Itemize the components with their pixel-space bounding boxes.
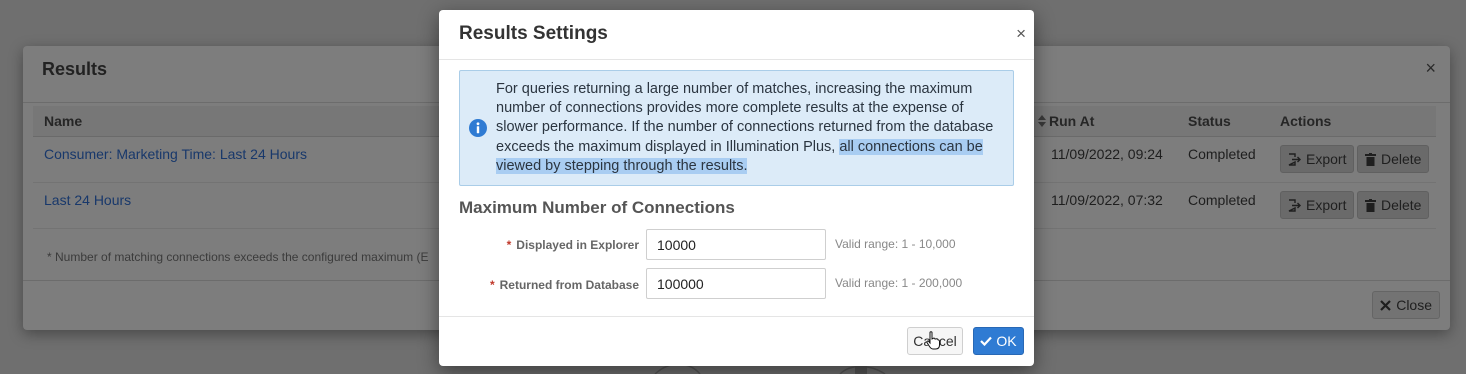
result-status: Completed xyxy=(1188,146,1256,162)
result-run-at: 11/09/2022, 09:24 xyxy=(1051,146,1163,162)
sort-icon xyxy=(1038,115,1046,127)
check-icon xyxy=(980,336,993,346)
close-button[interactable]: Close xyxy=(1372,291,1440,319)
column-header-run-at-label: Run At xyxy=(1049,113,1095,129)
column-header-status[interactable]: Status xyxy=(1188,113,1231,129)
required-marker: * xyxy=(506,238,512,252)
column-header-run-at[interactable]: Run At xyxy=(1038,113,1094,129)
displayed-range-hint: Valid range: 1 - 10,000 xyxy=(835,237,956,251)
info-text: For queries returning a large number of … xyxy=(496,80,1006,176)
required-marker: * xyxy=(489,278,495,292)
export-label: Export xyxy=(1306,151,1347,167)
trash-icon xyxy=(1365,152,1376,166)
delete-button[interactable]: Delete xyxy=(1357,191,1430,219)
footnote-text: * Number of matching connections exceeds… xyxy=(47,250,429,264)
trash-icon xyxy=(1365,198,1376,212)
field-label-text: Displayed in Explorer xyxy=(516,238,639,252)
ok-button[interactable]: OK xyxy=(973,327,1024,355)
column-header-actions: Actions xyxy=(1280,113,1332,129)
export-icon xyxy=(1288,152,1301,166)
settings-close-icon[interactable]: × xyxy=(1016,24,1026,44)
hand-pointer-icon xyxy=(926,331,940,350)
displayed-in-explorer-label: * Displayed in Explorer xyxy=(507,238,639,252)
returned-from-database-label: * Returned from Database xyxy=(490,278,639,292)
displayed-in-explorer-input[interactable] xyxy=(646,229,826,260)
info-alert: For queries returning a large number of … xyxy=(459,70,1014,186)
delete-button[interactable]: Delete xyxy=(1357,145,1430,173)
info-circle-icon xyxy=(469,119,487,137)
export-button[interactable]: Export xyxy=(1280,191,1355,219)
result-name-link[interactable]: Last 24 Hours xyxy=(44,192,131,208)
returned-range-hint: Valid range: 1 - 200,000 xyxy=(835,276,963,290)
result-name-link[interactable]: Consumer: Marketing Time: Last 24 Hours xyxy=(44,146,307,162)
close-label: Close xyxy=(1396,297,1432,313)
delete-label: Delete xyxy=(1381,151,1422,167)
results-close-icon[interactable]: × xyxy=(1425,58,1436,78)
delete-label: Delete xyxy=(1381,197,1422,213)
results-dialog-title: Results xyxy=(42,59,108,79)
divider xyxy=(439,59,1034,60)
column-header-name[interactable]: Name xyxy=(44,113,82,129)
field-label-text: Returned from Database xyxy=(499,278,639,292)
returned-from-database-input[interactable] xyxy=(646,268,826,299)
section-title: Maximum Number of Connections xyxy=(459,198,735,217)
export-button[interactable]: Export xyxy=(1280,145,1355,173)
ok-label: OK xyxy=(996,333,1017,349)
settings-dialog-title: Results Settings xyxy=(459,23,608,44)
result-run-at: 11/09/2022, 07:32 xyxy=(1051,192,1163,208)
result-status: Completed xyxy=(1188,192,1256,208)
results-settings-dialog: Results Settings × For queries returning… xyxy=(439,10,1034,366)
times-icon xyxy=(1380,299,1391,311)
export-label: Export xyxy=(1306,197,1347,213)
export-icon xyxy=(1288,198,1301,212)
divider xyxy=(439,316,1034,317)
